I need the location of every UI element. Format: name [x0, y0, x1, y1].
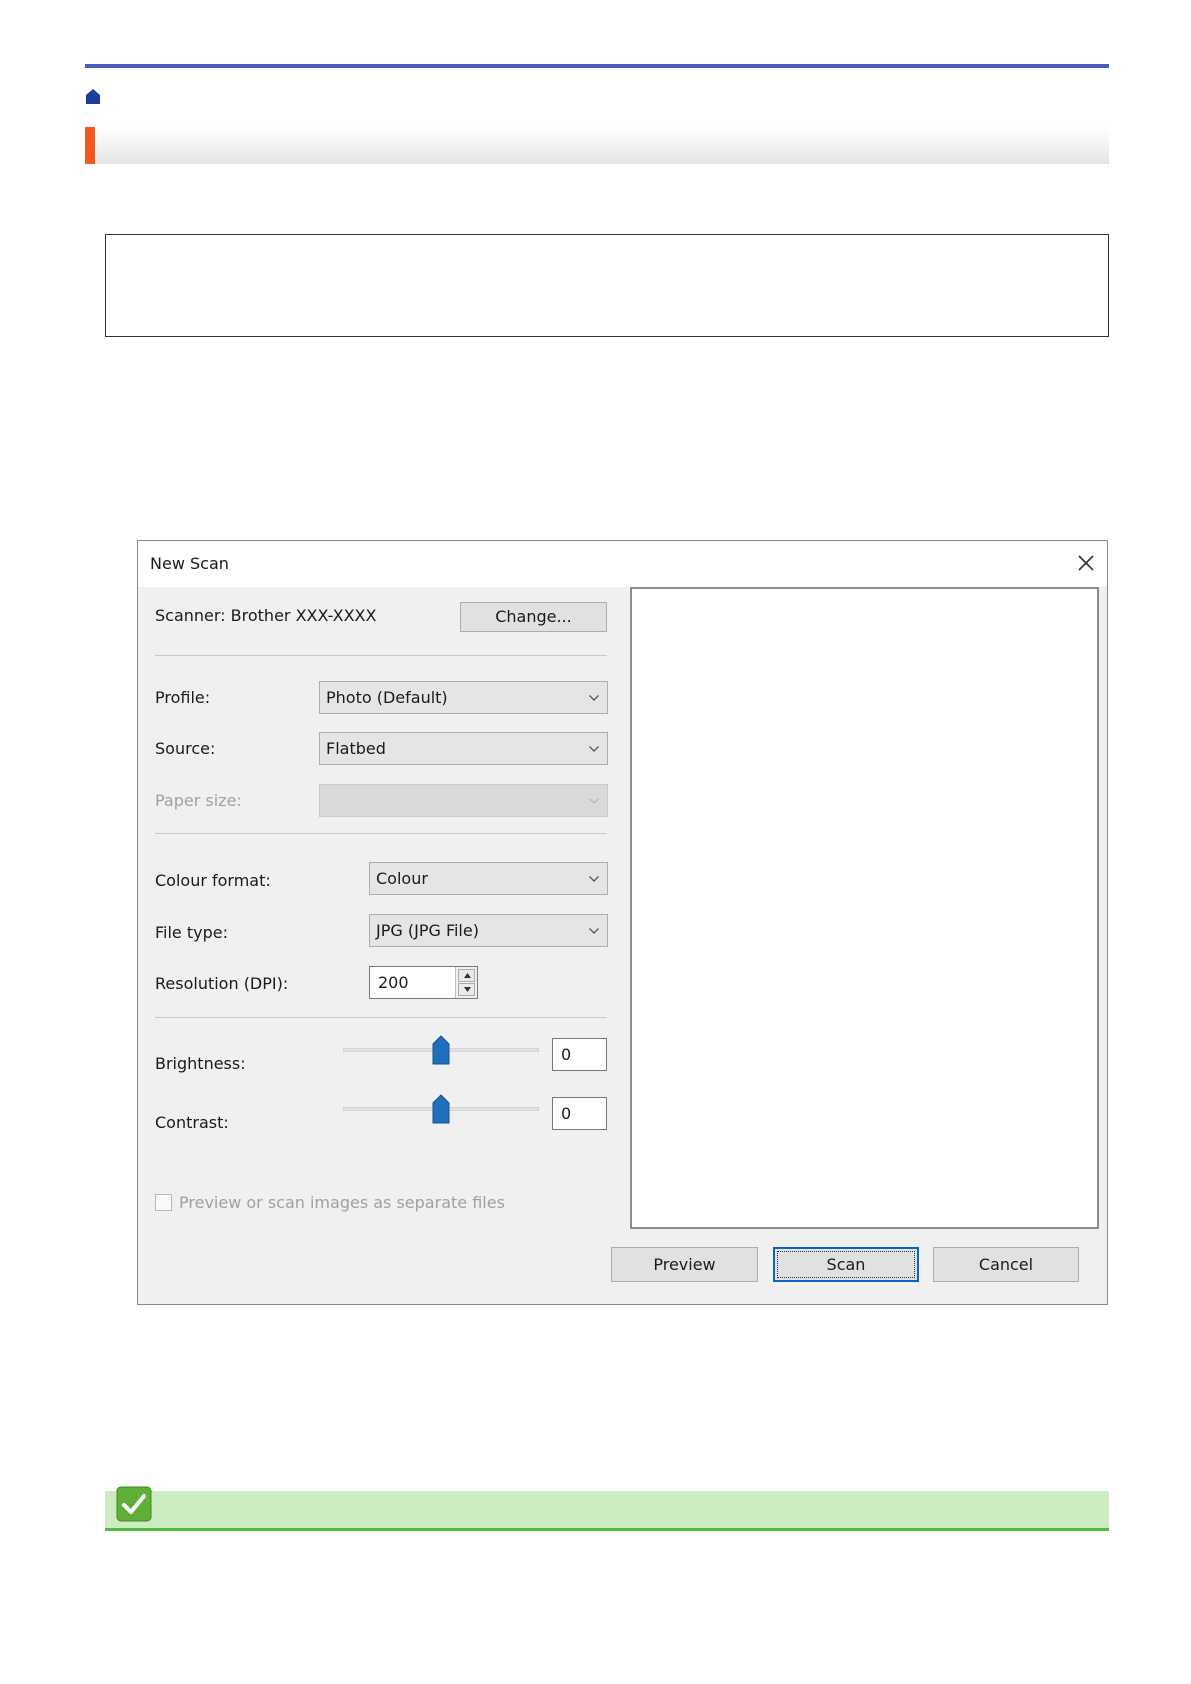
section-accent	[85, 127, 95, 164]
separate-files-label: Preview or scan images as separate files	[179, 1193, 505, 1212]
separator	[155, 655, 607, 656]
spin-up-button[interactable]	[458, 969, 475, 982]
paper-size-dropdown	[319, 784, 608, 817]
spin-down-button[interactable]	[458, 983, 475, 996]
separate-files-checkbox[interactable]	[155, 1194, 172, 1211]
colour-format-label: Colour format:	[155, 871, 271, 890]
change-button[interactable]: Change...	[460, 602, 607, 632]
separator	[155, 1017, 607, 1018]
separator	[155, 833, 607, 834]
new-scan-dialog: New Scan Scanner: Brother XXX-XXXX Chang…	[137, 540, 1108, 1305]
resolution-spinner[interactable]	[455, 967, 477, 998]
brightness-label: Brightness:	[155, 1054, 246, 1073]
preview-button[interactable]: Preview	[611, 1247, 758, 1282]
profile-dropdown[interactable]: Photo (Default)	[319, 681, 608, 714]
resolution-value: 200	[378, 973, 409, 992]
source-dropdown[interactable]: Flatbed	[319, 732, 608, 765]
profile-value: Photo (Default)	[326, 688, 448, 707]
colour-format-dropdown[interactable]: Colour	[369, 862, 608, 895]
related-info-bar	[105, 1491, 1109, 1531]
scan-preview-pane	[630, 587, 1099, 1229]
chevron-down-icon	[589, 694, 599, 701]
chevron-down-icon	[589, 745, 599, 752]
cancel-button[interactable]: Cancel	[933, 1247, 1079, 1282]
contrast-slider-thumb[interactable]	[432, 1094, 450, 1124]
note-box	[105, 234, 1109, 337]
source-value: Flatbed	[326, 739, 386, 758]
caret-down-icon	[464, 987, 471, 992]
file-type-label: File type:	[155, 923, 228, 942]
resolution-input[interactable]: 200	[369, 966, 478, 999]
profile-label: Profile:	[155, 688, 211, 707]
contrast-value: 0	[561, 1104, 572, 1123]
checkmark-icon	[116, 1486, 152, 1522]
resolution-label: Resolution (DPI):	[155, 974, 289, 993]
paper-size-label: Paper size:	[155, 791, 242, 810]
file-type-value: JPG (JPG File)	[376, 921, 479, 940]
close-icon[interactable]	[1076, 553, 1096, 573]
colour-format-value: Colour	[376, 869, 428, 888]
source-label: Source:	[155, 739, 216, 758]
chevron-down-icon	[589, 797, 599, 804]
scan-button[interactable]: Scan	[773, 1247, 919, 1282]
scanner-label: Scanner: Brother XXX-XXXX	[155, 606, 377, 625]
section-heading-bar	[85, 127, 1109, 164]
related-info-underline	[105, 1528, 1109, 1531]
home-icon[interactable]	[85, 88, 101, 105]
contrast-label: Contrast:	[155, 1113, 229, 1132]
chevron-down-icon	[589, 875, 599, 882]
caret-up-icon	[464, 973, 471, 978]
brightness-value: 0	[561, 1045, 572, 1064]
file-type-dropdown[interactable]: JPG (JPG File)	[369, 914, 608, 947]
top-rule	[85, 64, 1109, 68]
chevron-down-icon	[589, 927, 599, 934]
brightness-slider-thumb[interactable]	[432, 1035, 450, 1065]
contrast-input[interactable]: 0	[552, 1097, 607, 1130]
dialog-titlebar: New Scan	[138, 541, 1107, 587]
brightness-input[interactable]: 0	[552, 1038, 607, 1071]
dialog-title: New Scan	[150, 554, 229, 573]
